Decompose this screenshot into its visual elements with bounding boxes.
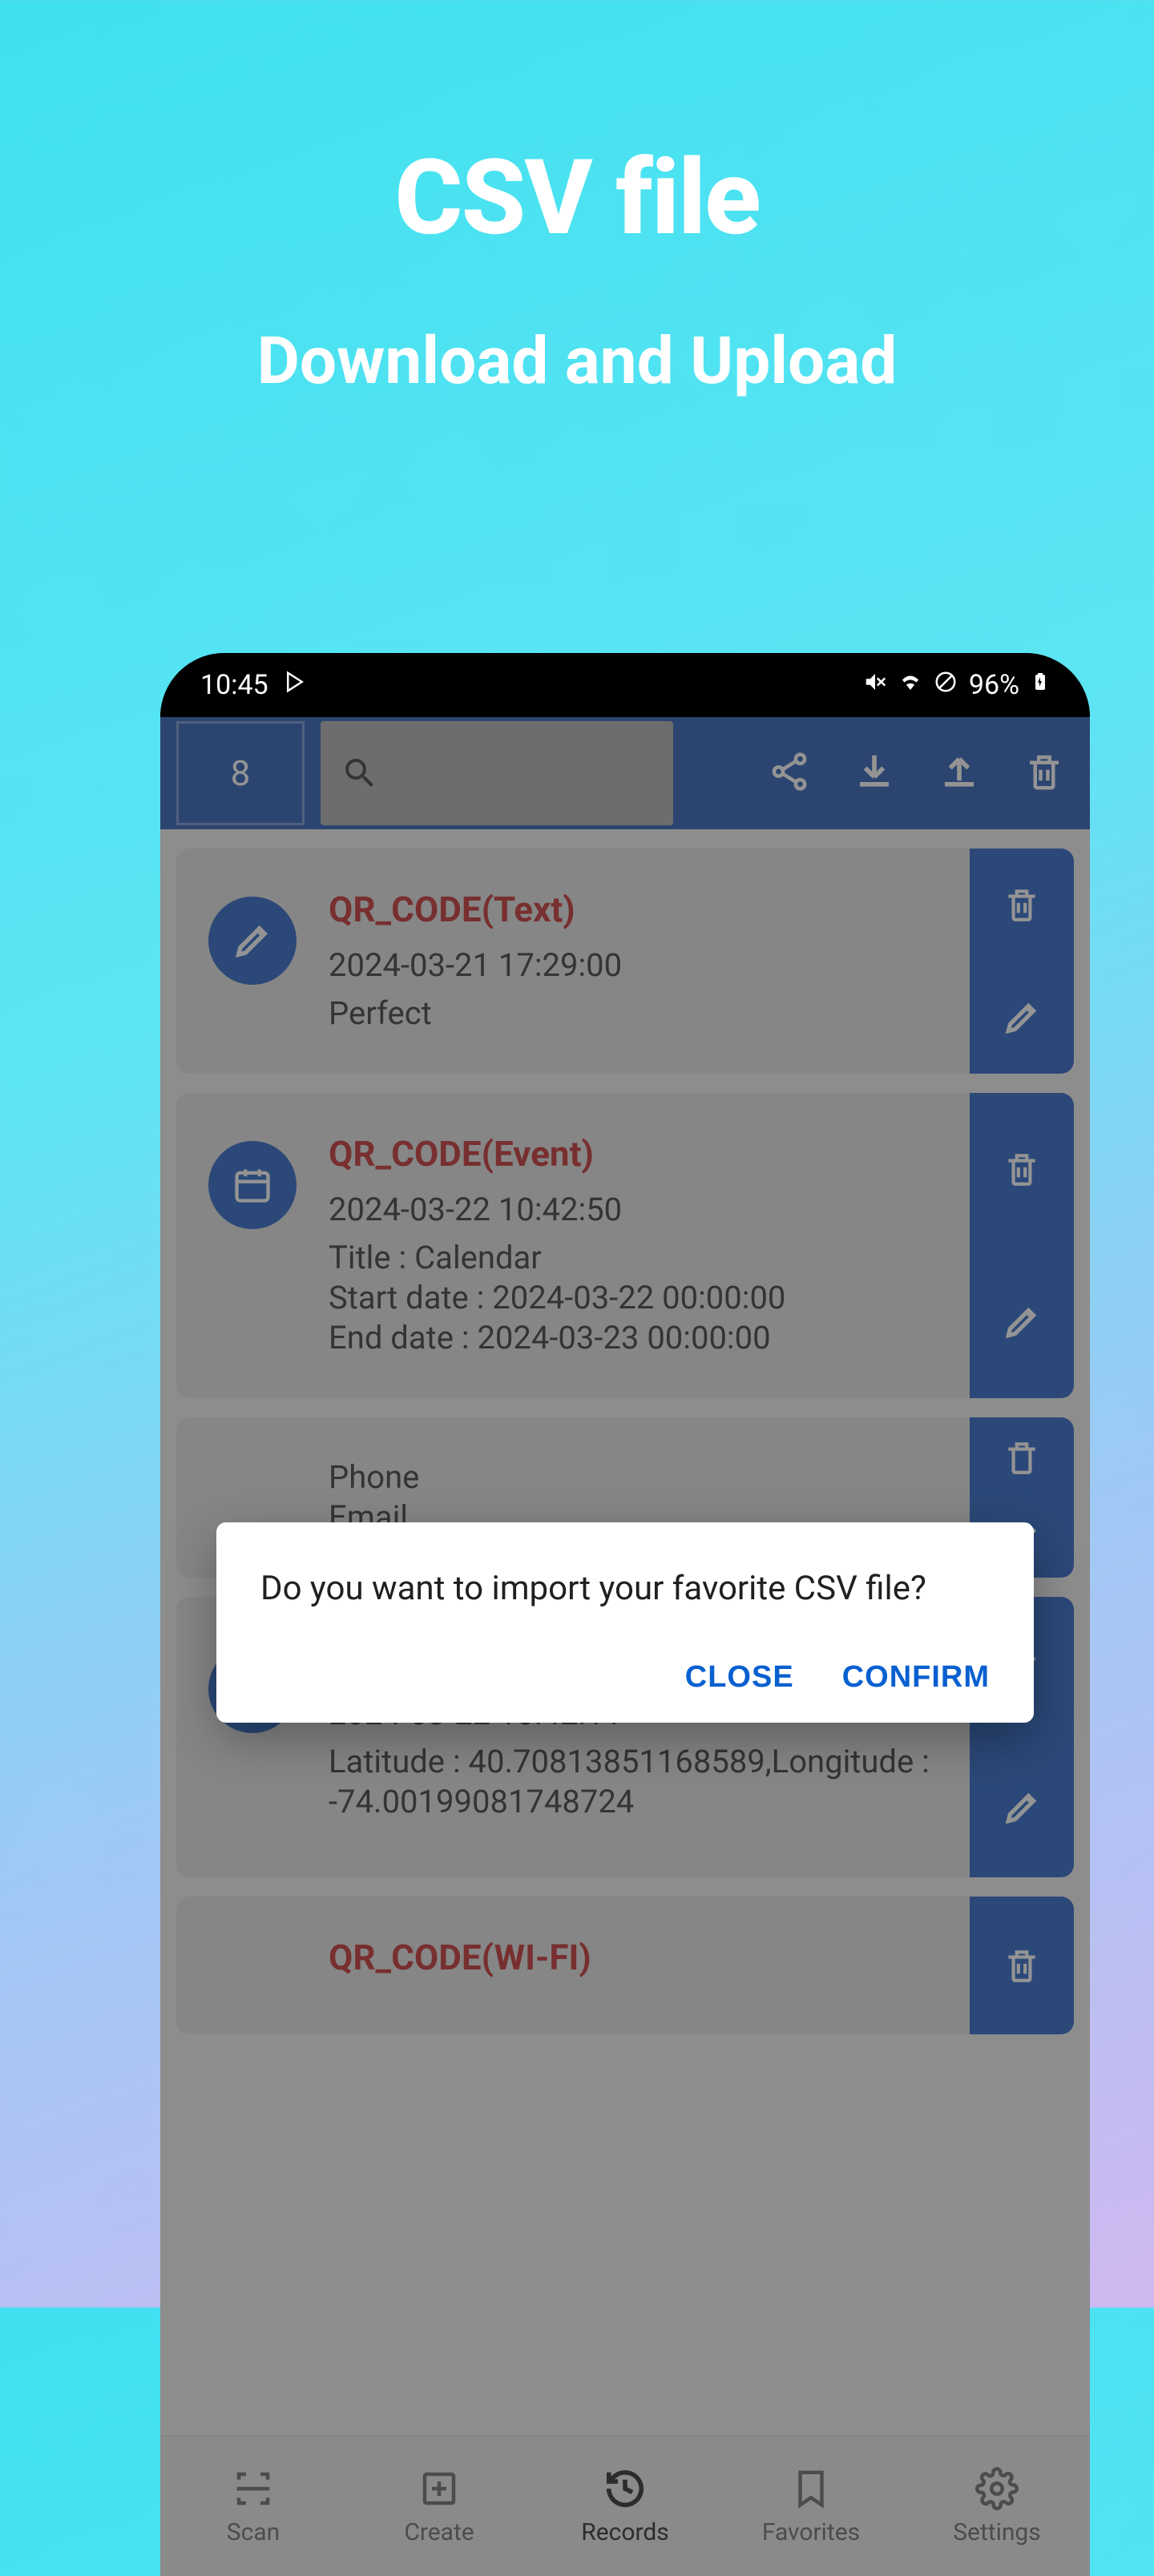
record-desc: Title : Calendar Start date : 2024-03-22… <box>329 1238 970 1358</box>
record-title: QR_CODE(Text) <box>329 889 970 930</box>
record-desc: Latitude : 40.70813851168589,Longitude :… <box>329 1742 970 1822</box>
record-title: QR_CODE(WI-FI) <box>329 1937 970 1978</box>
record-card[interactable]: QR_CODE(Event) 2024-03-22 10:42:50 Title… <box>176 1093 1074 1398</box>
calendar-icon <box>208 1141 297 1229</box>
pencil-icon <box>208 897 297 985</box>
nav-create[interactable]: Create <box>346 2437 532 2576</box>
delete-button[interactable] <box>970 849 1074 961</box>
edit-button[interactable] <box>970 961 1074 1074</box>
import-dialog: Do you want to import your favorite CSV … <box>216 1522 1034 1723</box>
record-title: QR_CODE(Event) <box>329 1133 970 1175</box>
close-button[interactable]: CLOSE <box>685 1660 794 1695</box>
delete-button[interactable] <box>970 1897 1074 2034</box>
record-card[interactable]: QR_CODE(Text) 2024-03-21 17:29:00 Perfec… <box>176 849 1074 1074</box>
nav-label: Records <box>581 2518 669 2546</box>
app-screen: 8 <box>160 717 1090 2576</box>
edit-button[interactable] <box>970 1246 1074 1399</box>
record-count[interactable]: 8 <box>176 721 305 825</box>
delete-button[interactable] <box>970 1093 1074 1246</box>
promo-subtitle: Download and Upload <box>0 323 1154 400</box>
nav-label: Settings <box>953 2518 1041 2546</box>
promo-title: CSV file <box>0 0 1154 259</box>
record-date: 2024-03-22 10:42:50 <box>329 1191 970 1228</box>
record-date: 2024-03-21 17:29:00 <box>329 946 970 984</box>
battery-percent: 96% <box>969 669 1019 701</box>
record-desc: Perfect <box>329 994 970 1034</box>
wifi-icon <box>898 669 922 701</box>
nav-label: Scan <box>227 2518 280 2546</box>
nav-label: Create <box>404 2518 474 2546</box>
top-toolbar: 8 <box>160 717 1090 829</box>
search-icon <box>341 754 379 792</box>
dialog-message: Do you want to import your favorite CSV … <box>260 1566 990 1612</box>
share-icon[interactable] <box>768 750 811 796</box>
phone-frame: 10:45 96% 8 <box>160 653 1090 2576</box>
nav-favorites[interactable]: Favorites <box>718 2437 904 2576</box>
battery-icon <box>1031 668 1050 703</box>
nav-settings[interactable]: Settings <box>904 2437 1090 2576</box>
trash-icon[interactable] <box>1023 750 1066 796</box>
record-card[interactable]: QR_CODE(WI-FI) <box>176 1897 1074 2034</box>
mute-icon <box>863 669 887 701</box>
confirm-button[interactable]: CONFIRM <box>842 1660 990 1695</box>
nav-label: Favorites <box>762 2518 860 2546</box>
edit-button[interactable] <box>970 1737 1074 1877</box>
no-signal-icon <box>934 669 958 701</box>
download-icon[interactable] <box>853 750 896 796</box>
bottom-nav: Scan Create Records Favorites Settings <box>160 2436 1090 2576</box>
play-store-icon <box>283 669 307 701</box>
status-bar: 10:45 96% <box>160 653 1090 717</box>
upload-icon[interactable] <box>938 750 981 796</box>
delete-button[interactable] <box>970 1417 1074 1498</box>
search-input[interactable] <box>321 721 673 825</box>
status-time: 10:45 <box>200 669 268 701</box>
nav-records[interactable]: Records <box>532 2437 718 2576</box>
nav-scan[interactable]: Scan <box>160 2437 346 2576</box>
